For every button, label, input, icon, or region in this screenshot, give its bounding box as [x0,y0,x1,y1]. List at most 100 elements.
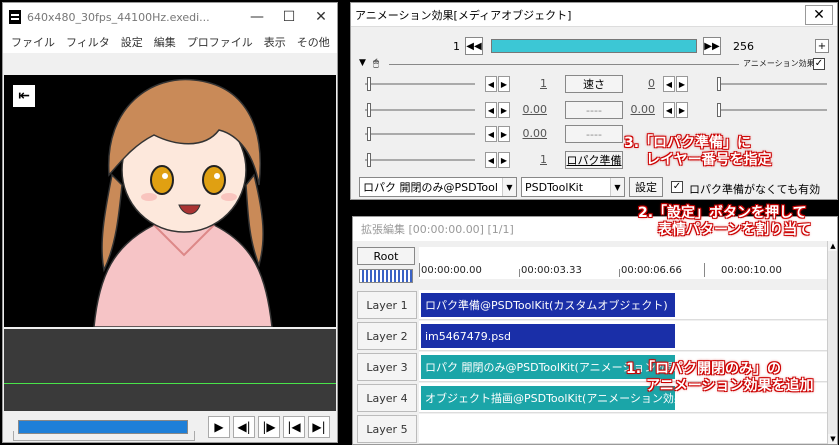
effect-select-value: ロパク 開閉のみ@PSDTool [363,181,498,194]
animation-effect-window: アニメーション効果[メディアオブジェクト] ✕ 1 ◀◀ ▶▶ 256 + ▼ … [350,2,838,200]
go-start-icon[interactable]: |◀ [283,416,305,438]
frame-slider[interactable] [491,39,697,53]
annotation-2: 2.「設定」ボタンを押して 表情パターンを割り当て [638,205,811,239]
prev-frame-button[interactable]: ◀◀ [465,37,483,55]
video-preview [4,75,336,328]
anim-enable-checkbox[interactable]: ✓ [813,58,825,70]
param4-left-inc[interactable]: ▶ [498,152,510,168]
layer-4-button[interactable]: Layer 4 [357,384,417,412]
param2-left-value[interactable]: 0.00 [519,103,548,116]
anim-effect-label: アニメーション効果 [743,59,815,68]
collapse-icon[interactable]: ▼ [359,58,366,68]
audio-waveform-area [4,329,336,411]
param3-left-inc[interactable]: ▶ [498,126,510,142]
menu-filter[interactable]: フィルタ [66,34,110,50]
enable-without-prep-checkbox[interactable]: ✓ [671,181,683,193]
frame-start: 1 [453,39,460,53]
lipsync-prep-button[interactable]: ロパク準備 [565,151,623,169]
prev-frame-icon[interactable]: ◀| [233,416,255,438]
menu-other[interactable]: その他 [297,34,330,50]
annotation-1: 1.「ロパク開閉のみ」の アニメーション効果を追加 [626,361,813,395]
layer-3-button[interactable]: Layer 3 [357,353,417,381]
param1-right-dec[interactable]: ◀ [663,76,675,92]
layer-1-lane: ロパク準備@PSDToolKit(カスタムオブジェクト) [419,290,827,320]
chevron-down-icon: ▼ [610,178,624,196]
mouse-icon: 🖱 [373,58,379,69]
layer-5-button[interactable]: Layer 5 [357,415,417,443]
clip-lipsync-prep[interactable]: ロパク準備@PSDToolKit(カスタムオブジェクト) [421,293,675,317]
param2-right-slider[interactable] [717,103,721,117]
param-row-2: ◀ ▶ 0.00 ---- 0.00 ◀ ▶ [351,99,837,121]
back-to-start-icon[interactable]: ⇤ [13,85,35,107]
param1-right-value[interactable]: 0 [627,77,655,90]
film-icon [9,10,21,24]
group-select[interactable]: PSDToolKit ▼ [521,177,625,197]
param1-left-slider[interactable] [367,77,371,91]
annotation-1-line1: 1.「ロパク開閉のみ」の [626,361,782,377]
scroll-down-icon[interactable]: ▼ [828,434,837,444]
scroll-up-icon[interactable]: ▲ [828,241,837,251]
param1-left-dec[interactable]: ◀ [485,76,497,92]
param3-button[interactable]: ---- [565,125,623,143]
menu-profile[interactable]: プロファイル [187,34,253,50]
annotation-2-line2: 表情パターンを割り当て [658,222,812,238]
layer-5-lane [419,414,827,444]
param2-left-slider[interactable] [367,103,371,117]
menu-file[interactable]: ファイル [11,34,55,50]
param2-button[interactable]: ---- [565,101,623,119]
ruler-label-2: 00:00:06.66 [621,265,682,276]
param3-left-value[interactable]: 0.00 [519,127,548,140]
clip-psd[interactable]: im5467479.psd [421,324,675,348]
close-icon[interactable]: ✕ [805,4,833,25]
param3-left-slider[interactable] [367,127,371,141]
annotation-2-line1: 2.「設定」ボタンを押して [638,205,807,221]
time-ruler[interactable]: 00:00:00.00 00:00:03.33 00:00:06.66 00:0… [419,247,827,279]
speed-button[interactable]: 速さ [565,75,623,93]
param1-left-inc[interactable]: ▶ [498,76,510,92]
window-title: 640x480_30fps_44100Hz.exedi... [27,10,210,24]
go-end-icon[interactable]: ▶| [308,416,330,438]
preview-window: 640x480_30fps_44100Hz.exedi... — ☐ ✕ ファイ… [2,2,338,443]
annotation-3-line2: レイヤー番号を指定 [646,152,772,168]
param2-left-dec[interactable]: ◀ [485,102,497,118]
param1-right-inc[interactable]: ▶ [676,76,688,92]
param1-left-value[interactable]: 1 [519,77,547,90]
title-bar: 640x480_30fps_44100Hz.exedi... — ☐ ✕ [3,3,337,31]
param4-left-dec[interactable]: ◀ [485,152,497,168]
param2-right-value[interactable]: 0.00 [627,103,656,116]
timeline-window: 拡張編集 [00:00:00.00] [1/1] Root 00:00:00.0… [352,216,838,445]
param4-left-slider[interactable] [367,153,371,167]
effect-select[interactable]: ロパク 開閉のみ@PSDTool ▼ [359,177,517,197]
menu-edit[interactable]: 編集 [154,34,176,50]
param3-left-dec[interactable]: ◀ [485,126,497,142]
param2-left-inc[interactable]: ▶ [498,102,510,118]
layer-2-button[interactable]: Layer 2 [357,322,417,350]
plus-button[interactable]: + [815,39,829,53]
chevron-down-icon: ▼ [502,178,516,196]
next-frame-icon[interactable]: |▶ [258,416,280,438]
param1-right-slider[interactable] [717,77,721,91]
frame-end: 256 [733,39,754,53]
maximize-button[interactable]: ☐ [273,9,305,25]
enable-without-prep-label: ロパク準備がなくても有効 [689,183,821,196]
waveform-line [4,383,336,384]
seek-slider[interactable] [13,420,195,441]
param2-right-dec[interactable]: ◀ [663,102,675,118]
zoom-bar[interactable] [359,269,413,283]
root-button[interactable]: Root [357,247,415,265]
vertical-scrollbar[interactable]: ▲ ▼ [827,241,837,444]
menu-settings[interactable]: 設定 [121,34,143,50]
menu-view[interactable]: 表示 [264,34,286,50]
param4-left-value[interactable]: 1 [519,153,547,166]
minimize-button[interactable]: — [241,9,273,25]
param2-right-inc[interactable]: ▶ [676,102,688,118]
ruler-label-1: 00:00:03.33 [521,265,582,276]
ruler-label-3: 00:00:10.00 [721,265,782,276]
close-button[interactable]: ✕ [305,9,337,25]
next-frame-button[interactable]: ▶▶ [703,37,721,55]
anim-title-bar: アニメーション効果[メディアオブジェクト] ✕ [351,3,837,27]
layer-1-button[interactable]: Layer 1 [357,291,417,319]
settings-button[interactable]: 設定 [629,177,663,197]
play-icon[interactable]: ▶ [208,416,230,438]
annotation-3: 3.「ロパク準備」に レイヤー番号を指定 [624,135,772,169]
